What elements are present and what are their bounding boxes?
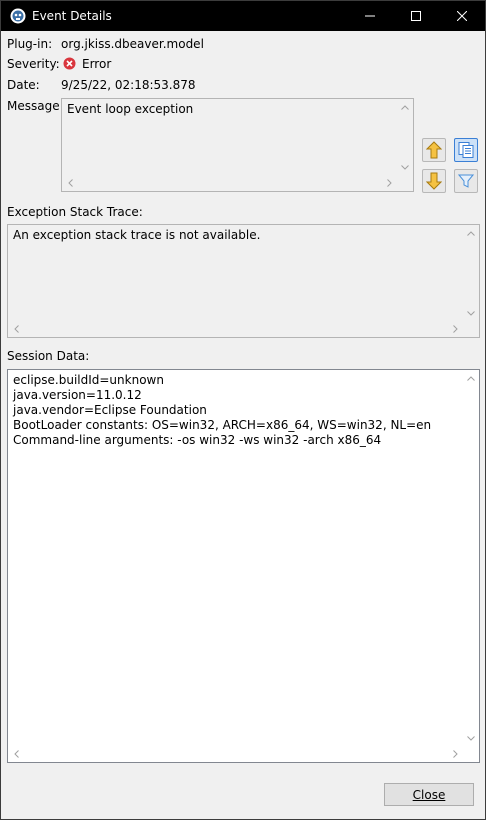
session-line: java.vendor=Eclipse Foundation — [13, 403, 207, 417]
plugin-value: org.jkiss.dbeaver.model — [61, 37, 204, 51]
session-line: Command-line arguments: -os win32 -ws wi… — [13, 433, 382, 447]
scroll-down-icon[interactable] — [397, 159, 413, 175]
previous-event-button[interactable] — [422, 138, 446, 162]
scroll-left-icon[interactable] — [8, 321, 24, 337]
close-button[interactable]: Close — [384, 783, 474, 806]
session-data-lines: eclipse.buildId=unknown java.version=11.… — [13, 373, 431, 448]
scroll-right-icon[interactable] — [447, 746, 463, 762]
close-button-label: Close — [412, 787, 446, 802]
arrow-up-icon — [426, 141, 442, 159]
scroll-up-icon[interactable] — [463, 225, 479, 241]
copy-icon — [458, 142, 474, 158]
title-bar[interactable]: Event Details — [1, 1, 485, 31]
scroll-right-icon[interactable] — [447, 321, 463, 337]
scroll-right-icon[interactable] — [381, 175, 397, 191]
scroll-up-icon[interactable] — [397, 99, 413, 115]
severity-value: Error — [82, 57, 112, 71]
scroll-up-icon[interactable] — [463, 370, 479, 386]
error-icon — [63, 57, 77, 71]
copy-button[interactable] — [454, 138, 478, 162]
message-vertical-scrollbar[interactable] — [397, 99, 413, 175]
scroll-down-icon[interactable] — [463, 730, 479, 746]
message-horizontal-scrollbar[interactable] — [62, 175, 397, 191]
filter-button[interactable] — [454, 169, 478, 193]
stack-trace-label: Exception Stack Trace: — [7, 205, 143, 219]
scroll-left-icon[interactable] — [62, 175, 78, 191]
close-icon — [457, 11, 467, 21]
session-vertical-scrollbar[interactable] — [463, 370, 479, 746]
session-horizontal-scrollbar[interactable] — [8, 746, 463, 762]
event-details-window: Event Details Plug-in: org.jkiss.dbeaver… — [0, 0, 486, 820]
arrow-down-icon — [426, 172, 442, 190]
stack-horizontal-scrollbar[interactable] — [8, 321, 463, 337]
close-window-button[interactable] — [439, 1, 485, 31]
dbeaver-icon — [10, 8, 26, 24]
severity-label: Severity: — [7, 57, 60, 71]
scroll-down-icon[interactable] — [463, 305, 479, 321]
window-title: Event Details — [32, 9, 112, 23]
maximize-icon — [411, 11, 421, 21]
session-line: BootLoader constants: OS=win32, ARCH=x86… — [13, 418, 432, 432]
date-value: 9/25/22, 02:18:53.878 — [61, 78, 196, 92]
minimize-button[interactable] — [347, 1, 393, 31]
message-label: Message: — [7, 99, 64, 113]
stack-trace-textbox[interactable]: An exception stack trace is not availabl… — [7, 224, 480, 338]
maximize-button[interactable] — [393, 1, 439, 31]
minimize-icon — [365, 15, 375, 17]
scroll-left-icon[interactable] — [8, 746, 24, 762]
message-text: Event loop exception — [67, 102, 194, 116]
stack-vertical-scrollbar[interactable] — [463, 225, 479, 321]
session-data-label: Session Data: — [7, 349, 90, 363]
stack-trace-text: An exception stack trace is not availabl… — [13, 228, 261, 242]
session-line: eclipse.buildId=unknown — [13, 373, 164, 387]
plugin-label: Plug-in: — [7, 37, 53, 51]
session-data-textbox[interactable]: eclipse.buildId=unknown java.version=11.… — [7, 369, 480, 763]
filter-icon — [458, 174, 474, 188]
session-line: java.version=11.0.12 — [13, 388, 142, 402]
message-textbox[interactable]: Event loop exception — [61, 98, 414, 192]
next-event-button[interactable] — [422, 169, 446, 193]
date-label: Date: — [7, 78, 40, 92]
